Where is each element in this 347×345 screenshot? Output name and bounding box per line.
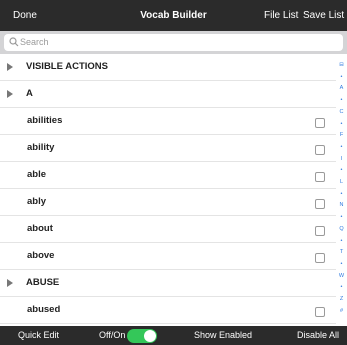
top-toolbar: Vocab Builder Done File List Save List (0, 0, 347, 31)
enable-checkbox[interactable] (315, 307, 325, 317)
index-letter[interactable]: • (336, 238, 347, 245)
word-label: about (27, 223, 53, 234)
word-label: abused (27, 304, 61, 315)
vocab-list: VISIBLE ACTIONS Aabilities ability able ably… (0, 54, 336, 326)
index-letter[interactable]: T (336, 249, 347, 256)
section-label: ABUSE (26, 277, 60, 288)
index-letter[interactable]: L (336, 179, 347, 186)
search-input[interactable]: Search (4, 34, 343, 51)
word-row[interactable]: able (0, 162, 336, 189)
index-letter[interactable]: W (336, 273, 347, 280)
index-letter[interactable]: ⊟ (336, 62, 347, 69)
disclosure-triangle-icon (7, 63, 13, 71)
index-letter[interactable]: I (336, 156, 347, 163)
index-letter[interactable]: • (336, 97, 347, 104)
section-header-row[interactable]: A (0, 81, 336, 108)
word-label: above (27, 250, 55, 261)
disclosure-triangle-icon (7, 279, 13, 287)
file-list-button[interactable]: File List (264, 0, 298, 31)
section-index[interactable]: ⊟ • A • C • F • I • L • N • Q • T • W • Z # (336, 62, 347, 322)
show-enabled-button[interactable]: Show Enabled (194, 326, 252, 345)
section-header-row[interactable]: VISIBLE ACTIONS (0, 54, 336, 81)
section-label: A (26, 88, 33, 99)
bottom-toolbar: Quick Edit Off/On Show Enabled Disable A… (0, 326, 347, 345)
section-label: VISIBLE ACTIONS (26, 61, 108, 72)
index-letter[interactable]: • (336, 261, 347, 268)
index-letter[interactable]: C (336, 109, 347, 116)
search-bar: Search (0, 31, 347, 54)
enable-checkbox[interactable] (315, 226, 325, 236)
done-button[interactable]: Done (13, 0, 37, 31)
word-row[interactable]: about (0, 216, 336, 243)
disable-all-button[interactable]: Disable All (297, 326, 339, 345)
index-letter[interactable]: • (336, 167, 347, 174)
save-list-button[interactable]: Save List (303, 0, 344, 31)
section-header-row[interactable]: ABUSE (0, 270, 336, 297)
index-letter[interactable]: • (336, 121, 347, 128)
off-on-toggle[interactable] (127, 329, 157, 343)
index-letter[interactable]: Z (336, 296, 347, 303)
index-letter[interactable]: • (336, 191, 347, 198)
word-label: abilities (27, 115, 63, 126)
toggle-knob (144, 330, 156, 342)
word-label: able (27, 169, 47, 180)
enable-checkbox[interactable] (315, 145, 325, 155)
word-row[interactable]: abused (0, 297, 336, 324)
index-letter[interactable]: # (336, 308, 347, 315)
index-letter[interactable]: N (336, 202, 347, 209)
search-placeholder: Search (20, 37, 49, 47)
disclosure-triangle-icon (7, 90, 13, 98)
index-letter[interactable]: Q (336, 226, 347, 233)
enable-checkbox[interactable] (315, 253, 325, 263)
word-row[interactable]: ability (0, 135, 336, 162)
enable-checkbox[interactable] (315, 172, 325, 182)
index-letter[interactable]: • (336, 74, 347, 81)
search-icon (9, 37, 19, 47)
word-row[interactable]: ably (0, 189, 336, 216)
index-letter[interactable]: A (336, 85, 347, 92)
toggle-label: Off/On (99, 330, 126, 340)
enable-checkbox[interactable] (315, 199, 325, 209)
index-letter[interactable]: • (336, 144, 347, 151)
index-letter[interactable]: • (336, 284, 347, 291)
quick-edit-button[interactable]: Quick Edit (18, 326, 59, 345)
index-letter[interactable]: F (336, 132, 347, 139)
index-letter[interactable]: • (336, 214, 347, 221)
word-label: ability (27, 142, 55, 153)
word-row[interactable]: above (0, 243, 336, 270)
word-label: ably (27, 196, 47, 207)
enable-checkbox[interactable] (315, 118, 325, 128)
word-row[interactable]: abilities (0, 108, 336, 135)
